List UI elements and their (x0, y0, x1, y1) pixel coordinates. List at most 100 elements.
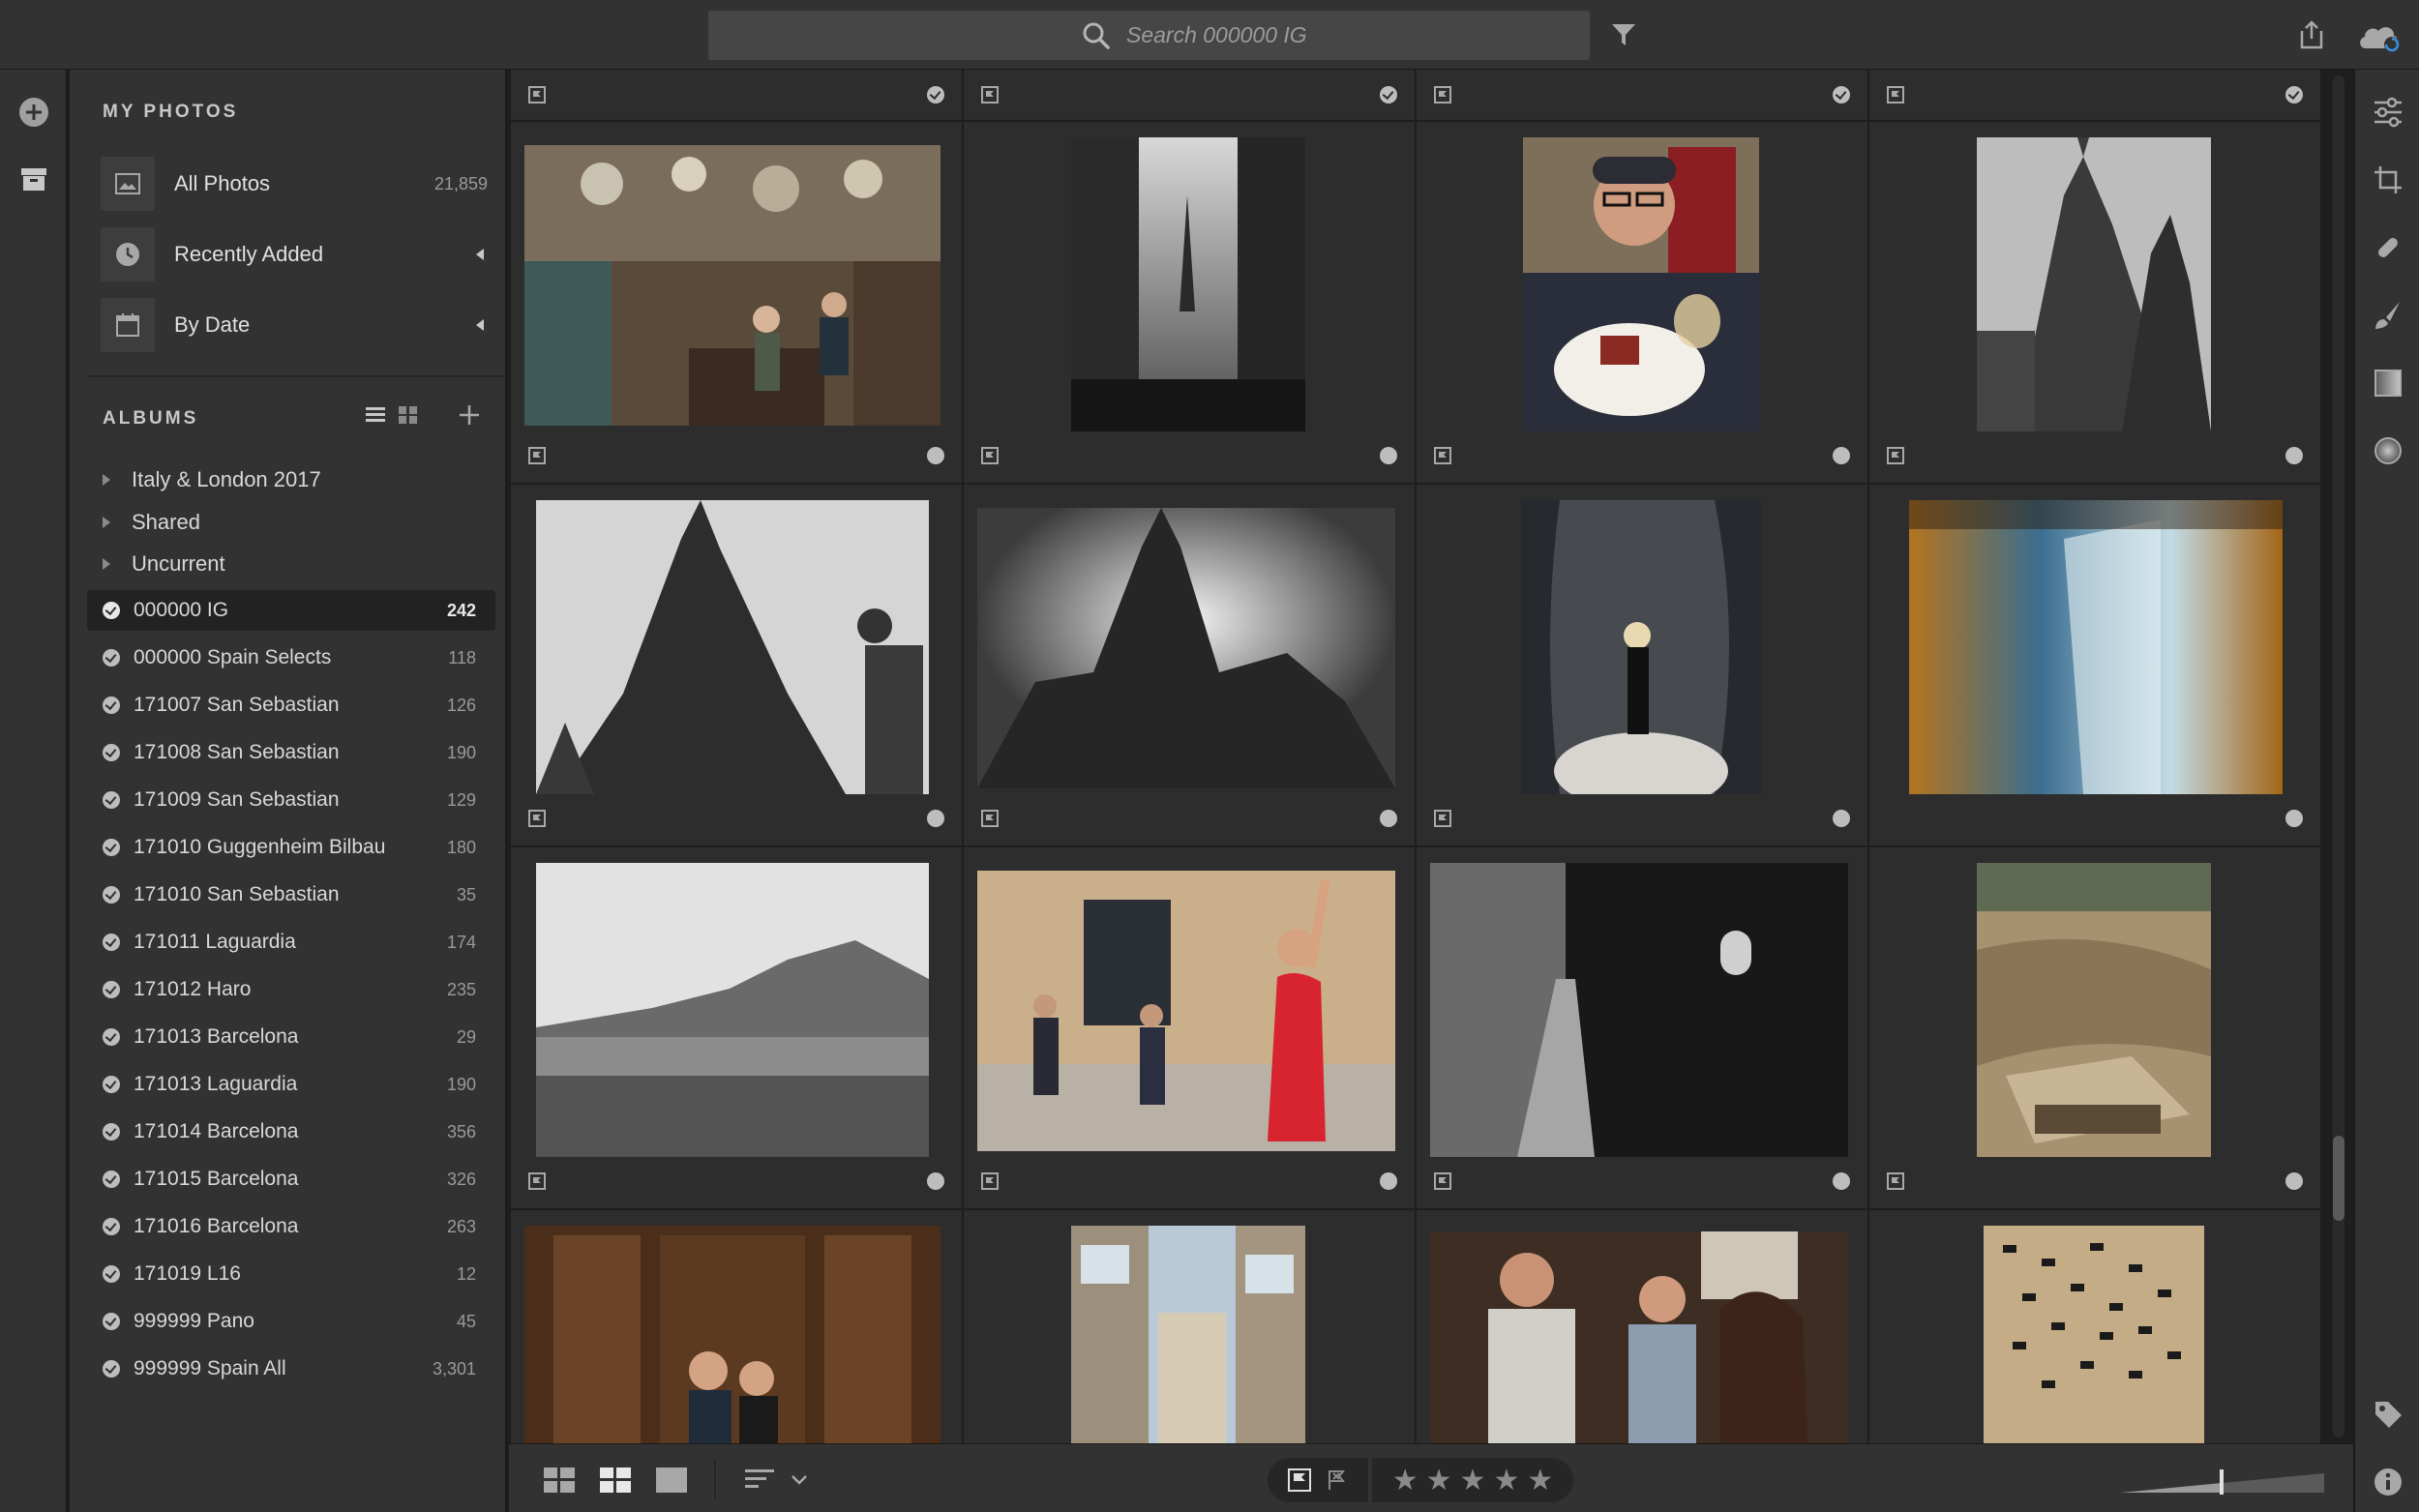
photo-thumbnail[interactable] (1909, 500, 2283, 794)
photo-thumbnail[interactable] (536, 863, 929, 1157)
flag-icon[interactable] (1887, 86, 1904, 104)
photo-thumbnail[interactable] (977, 871, 1395, 1151)
grid-cell[interactable] (1417, 847, 1867, 1208)
pick-flag-icon[interactable] (1288, 1468, 1311, 1492)
album-item[interactable]: 000000 Spain Selects 118 (87, 637, 495, 678)
add-album-icon[interactable] (459, 404, 480, 426)
list-view-icon[interactable] (366, 406, 385, 424)
filter-icon[interactable] (1610, 21, 1637, 48)
radial-gradient-icon[interactable] (2373, 435, 2404, 466)
sort-icon[interactable] (745, 1468, 774, 1491)
album-item[interactable]: 171015 Barcelona 326 (87, 1159, 495, 1200)
edit-sliders-icon[interactable] (2373, 97, 2404, 128)
album-item[interactable]: 999999 Pano 45 (87, 1301, 495, 1342)
photo-thumbnail[interactable] (1984, 1226, 2204, 1443)
grid-cell[interactable] (1869, 847, 2320, 1208)
add-icon[interactable] (18, 97, 49, 128)
folder-shared[interactable]: Shared (103, 503, 200, 542)
info-icon[interactable] (2373, 1467, 2404, 1497)
grid-cell[interactable] (1869, 1210, 2320, 1443)
grid-cell[interactable] (511, 485, 962, 845)
grid-cell[interactable] (511, 122, 962, 483)
grid-cell[interactable] (511, 1210, 962, 1443)
grid-cell[interactable] (1869, 122, 2320, 483)
grid-scrollbar[interactable] (2324, 70, 2353, 1443)
expand-arrow-icon[interactable] (103, 517, 110, 528)
photo-thumbnail[interactable] (977, 508, 1395, 788)
scrollbar-thumb[interactable] (2333, 1136, 2344, 1221)
star-icon[interactable]: ★ (1426, 1464, 1452, 1497)
album-item[interactable]: 171014 Barcelona 356 (87, 1112, 495, 1152)
scrollbar-track[interactable] (2333, 75, 2344, 1438)
photo-thumbnail[interactable] (1977, 863, 2211, 1157)
album-item[interactable]: 999999 Spain All 3,301 (87, 1349, 495, 1389)
chevron-down-icon[interactable] (791, 1475, 807, 1485)
grid-cell[interactable] (1417, 1210, 1867, 1443)
photo-grid-view-icon[interactable] (600, 1468, 631, 1493)
album-item[interactable]: 171009 San Sebastian 129 (87, 780, 495, 820)
grid-cell[interactable] (1417, 122, 1867, 483)
grid-cell[interactable] (964, 485, 1415, 845)
sidebar-item-recently-added[interactable]: Recently Added (101, 227, 488, 282)
photo-thumbnail[interactable] (1071, 1226, 1305, 1443)
archive-icon[interactable] (19, 164, 48, 193)
thumbnail-size-slider[interactable] (2121, 1466, 2324, 1495)
star-icon[interactable]: ★ (1392, 1464, 1419, 1497)
star-icon[interactable]: ★ (1527, 1464, 1553, 1497)
photo-thumbnail[interactable] (1071, 137, 1305, 431)
album-item[interactable]: 171012 Haro 235 (87, 969, 495, 1010)
expand-arrow-icon[interactable] (476, 319, 484, 331)
album-item[interactable]: 171013 Laguardia 190 (87, 1064, 495, 1105)
album-item[interactable]: 171019 L16 12 (87, 1254, 495, 1294)
album-item[interactable]: 171007 San Sebastian 126 (87, 685, 495, 726)
photo-thumbnail[interactable] (1430, 863, 1848, 1157)
grid-cell[interactable] (964, 847, 1415, 1208)
star-icon[interactable]: ★ (1493, 1464, 1519, 1497)
grid-cell[interactable] (964, 122, 1415, 483)
square-grid-view-icon[interactable] (544, 1468, 575, 1493)
album-item[interactable]: 171016 Barcelona 263 (87, 1206, 495, 1247)
flag-icon[interactable] (1434, 1172, 1451, 1190)
flag-icon[interactable] (528, 810, 546, 827)
flag-icon[interactable] (1887, 447, 1904, 464)
search-field[interactable]: Search 000000 IG (708, 11, 1590, 60)
album-item[interactable]: 171008 San Sebastian 190 (87, 732, 495, 773)
folder-uncurrent[interactable]: Uncurrent (103, 545, 225, 583)
flag-icon[interactable] (981, 447, 999, 464)
share-icon[interactable] (2298, 19, 2325, 50)
linear-gradient-icon[interactable] (2373, 368, 2404, 399)
folder-italy-london[interactable]: Italy & London 2017 (103, 460, 321, 499)
expand-arrow-icon[interactable] (476, 249, 484, 260)
search-input[interactable]: Search 000000 IG (1126, 22, 1307, 48)
sidebar-item-all-photos[interactable]: All Photos 21,859 (101, 157, 488, 211)
grid-cell[interactable] (964, 1210, 1415, 1443)
grid-cell[interactable] (1417, 485, 1867, 845)
star-icon[interactable]: ★ (1460, 1464, 1486, 1497)
photo-thumbnail[interactable] (1977, 137, 2211, 431)
photo-thumbnail[interactable] (524, 145, 941, 426)
flag-icon[interactable] (528, 86, 546, 104)
album-item[interactable]: 171010 San Sebastian 35 (87, 875, 495, 915)
grid-cell[interactable] (1869, 485, 2320, 845)
detail-view-icon[interactable] (656, 1468, 687, 1493)
expand-arrow-icon[interactable] (103, 558, 110, 570)
brush-icon[interactable] (2373, 300, 2404, 331)
flag-icon[interactable] (528, 447, 546, 464)
photo-thumbnail[interactable] (536, 500, 929, 794)
flag-icon[interactable] (981, 1172, 999, 1190)
expand-arrow-icon[interactable] (103, 474, 110, 486)
keyword-tag-icon[interactable] (2373, 1399, 2404, 1430)
flag-icon[interactable] (528, 1172, 546, 1190)
flag-icon[interactable] (981, 810, 999, 827)
sidebar-item-by-date[interactable]: By Date (101, 298, 488, 352)
cloud-sync-icon[interactable] (2356, 21, 2403, 52)
grid-view-icon[interactable] (399, 406, 418, 424)
crop-icon[interactable] (2373, 164, 2404, 195)
flag-icon[interactable] (981, 86, 999, 104)
album-item[interactable]: 171010 Guggenheim Bilbau 180 (87, 827, 495, 868)
photo-thumbnail[interactable] (524, 1226, 941, 1443)
photo-thumbnail[interactable] (1430, 1231, 1848, 1443)
flag-icon[interactable] (1434, 86, 1451, 104)
grid-cell[interactable] (511, 847, 962, 1208)
flag-icon[interactable] (1887, 1172, 1904, 1190)
